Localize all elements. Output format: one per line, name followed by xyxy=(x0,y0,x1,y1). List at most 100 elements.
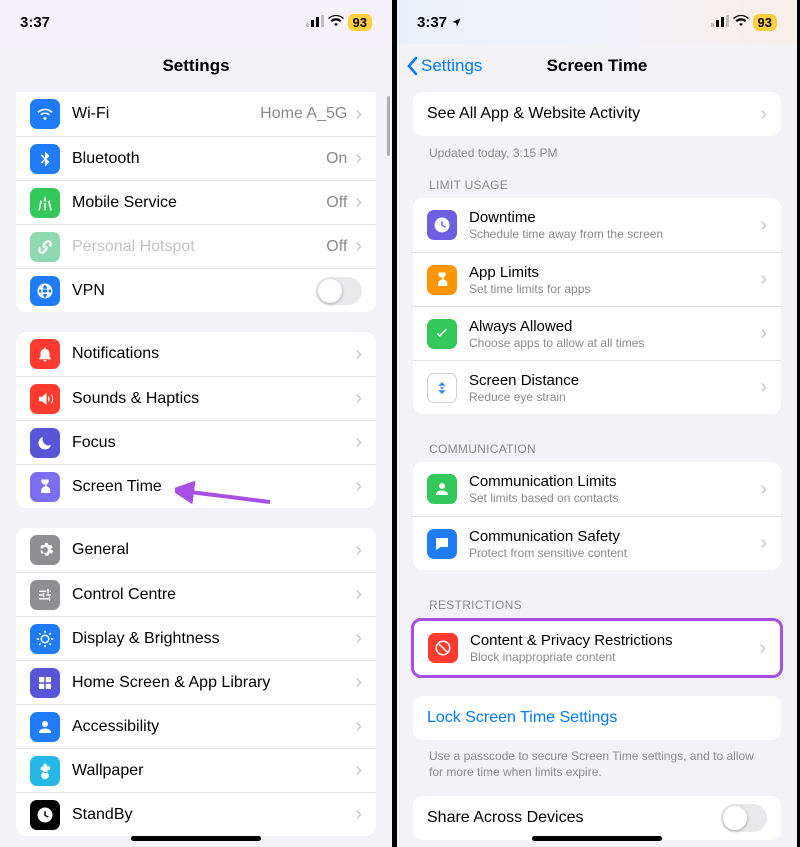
content-privacy-row[interactable]: Content & Privacy Restrictions Block ina… xyxy=(414,621,780,675)
wifi-status-icon xyxy=(733,14,749,31)
communication-safety-sublabel: Protect from sensitive content xyxy=(469,546,758,560)
chevron-icon: › xyxy=(760,532,767,555)
sounds-haptics-icon xyxy=(30,384,60,414)
vpn-label: VPN xyxy=(72,282,316,300)
always-allowed-label: Always Allowed xyxy=(469,318,758,335)
home-indicator xyxy=(131,836,261,841)
lock-label: Lock Screen Time Settings xyxy=(427,709,767,727)
mobile-service-icon xyxy=(30,188,60,218)
content-privacy-icon xyxy=(428,633,458,663)
sounds-haptics-label: Sounds & Haptics xyxy=(72,390,353,408)
limit-usage-header: LIMIT USAGE xyxy=(397,170,797,198)
connectivity-group: Wi-FiHome A_5G› BluetoothOn› Mobile Serv… xyxy=(16,92,376,312)
nav-bar: Settings Screen Time xyxy=(397,44,797,88)
status-time: 3:37 xyxy=(417,14,462,31)
left-screenshot: 3:37 93 Settings Wi-FiHome A_5G› Bluetoo… xyxy=(0,0,395,847)
downtime-icon xyxy=(427,210,457,240)
restrictions-group: Content & Privacy Restrictions Block ina… xyxy=(414,621,780,675)
communication-safety-row[interactable]: Communication Safety Protect from sensit… xyxy=(413,516,781,570)
nav-bar: Settings xyxy=(0,44,392,88)
page-title: Settings xyxy=(162,56,229,76)
see-all-activity-row[interactable]: See All App & Website Activity › xyxy=(413,92,781,136)
wifi-label: Wi-Fi xyxy=(72,105,260,123)
chevron-icon: › xyxy=(355,583,362,606)
app-limits-row[interactable]: App Limits Set time limits for apps › xyxy=(413,252,781,306)
limit-usage-group: Downtime Schedule time away from the scr… xyxy=(413,198,781,414)
home-screen-icon xyxy=(30,668,60,698)
page-title: Screen Time xyxy=(547,56,648,76)
control-centre-row[interactable]: Control Centre› xyxy=(16,572,376,616)
accessibility-row[interactable]: Accessibility› xyxy=(16,704,376,748)
wifi-value: Home A_5G xyxy=(260,105,347,123)
chevron-icon: › xyxy=(355,627,362,650)
mobile-service-value: Off xyxy=(326,194,347,212)
bluetooth-icon xyxy=(30,144,60,174)
chevron-icon: › xyxy=(355,759,362,782)
downtime-label: Downtime xyxy=(469,209,758,226)
personal-hotspot-row[interactable]: Personal HotspotOff› xyxy=(16,224,376,268)
communication-limits-icon xyxy=(427,474,457,504)
display-brightness-row[interactable]: Display & Brightness› xyxy=(16,616,376,660)
communication-safety-icon xyxy=(427,529,457,559)
chevron-icon: › xyxy=(355,191,362,214)
vpn-row[interactable]: VPN xyxy=(16,268,376,312)
screen-distance-label: Screen Distance xyxy=(469,372,758,389)
sounds-haptics-row[interactable]: Sounds & Haptics› xyxy=(16,376,376,420)
lock-screen-time-row[interactable]: Lock Screen Time Settings xyxy=(413,696,781,740)
battery-level: 93 xyxy=(348,14,372,31)
screen-time-label: Screen Time xyxy=(72,478,353,496)
lock-footnote: Use a passcode to secure Screen Time set… xyxy=(397,744,797,786)
share-label: Share Across Devices xyxy=(427,809,721,827)
right-screenshot: 3:37 93 Settings Screen Time See All App… xyxy=(395,0,797,847)
scrollbar[interactable] xyxy=(387,96,390,156)
communication-limits-sublabel: Set limits based on contacts xyxy=(469,491,758,505)
mobile-service-label: Mobile Service xyxy=(72,194,326,212)
chevron-icon: › xyxy=(355,803,362,826)
communication-safety-label: Communication Safety xyxy=(469,528,758,545)
always-allowed-row[interactable]: Always Allowed Choose apps to allow at a… xyxy=(413,306,781,360)
downtime-row[interactable]: Downtime Schedule time away from the scr… xyxy=(413,198,781,252)
home-screen-row[interactable]: Home Screen & App Library› xyxy=(16,660,376,704)
personal-hotspot-label: Personal Hotspot xyxy=(72,238,326,256)
screen-time-row[interactable]: Screen Time› xyxy=(16,464,376,508)
focus-icon xyxy=(30,428,60,458)
general-row[interactable]: General› xyxy=(16,528,376,572)
communication-limits-row[interactable]: Communication Limits Set limits based on… xyxy=(413,462,781,516)
notifications-label: Notifications xyxy=(72,345,353,363)
chevron-icon: › xyxy=(355,715,362,738)
bluetooth-row[interactable]: BluetoothOn› xyxy=(16,136,376,180)
share-group: Share Across Devices xyxy=(413,796,781,840)
general-label: General xyxy=(72,541,353,559)
chevron-icon: › xyxy=(760,478,767,501)
display-brightness-label: Display & Brightness xyxy=(72,630,353,648)
content-privacy-label: Content & Privacy Restrictions xyxy=(470,632,757,649)
status-time: 3:37 xyxy=(20,14,50,31)
content-privacy-sublabel: Block inappropriate content xyxy=(470,650,757,664)
back-label: Settings xyxy=(421,56,482,76)
standby-row[interactable]: StandBy› xyxy=(16,792,376,836)
chevron-icon: › xyxy=(759,637,766,660)
personal-hotspot-value: Off xyxy=(326,238,347,256)
settings-scroll[interactable]: Wi-FiHome A_5G› BluetoothOn› Mobile Serv… xyxy=(0,88,392,847)
back-button[interactable]: Settings xyxy=(405,56,482,76)
mobile-service-row[interactable]: Mobile ServiceOff › xyxy=(16,180,376,224)
app-limits-label: App Limits xyxy=(469,264,758,281)
wifi-row[interactable]: Wi-FiHome A_5G› xyxy=(16,92,376,136)
standby-label: StandBy xyxy=(72,806,353,824)
notifications-row[interactable]: Notifications› xyxy=(16,332,376,376)
status-right: 93 xyxy=(306,14,372,31)
bluetooth-label: Bluetooth xyxy=(72,150,326,168)
display-brightness-icon xyxy=(30,624,60,654)
wifi-icon xyxy=(30,99,60,129)
screentime-scroll[interactable]: See All App & Website Activity › Updated… xyxy=(397,88,797,847)
app-limits-icon xyxy=(427,265,457,295)
standby-icon xyxy=(30,800,60,830)
vpn-toggle[interactable] xyxy=(316,277,362,305)
wallpaper-row[interactable]: Wallpaper› xyxy=(16,748,376,792)
screen-distance-row[interactable]: Screen Distance Reduce eye strain › xyxy=(413,360,781,414)
share-toggle[interactable] xyxy=(721,804,767,832)
focus-row[interactable]: Focus› xyxy=(16,420,376,464)
chevron-icon: › xyxy=(760,322,767,345)
share-across-devices-row[interactable]: Share Across Devices xyxy=(413,796,781,840)
general-group: General› Control Centre› Display & Brigh… xyxy=(16,528,376,836)
